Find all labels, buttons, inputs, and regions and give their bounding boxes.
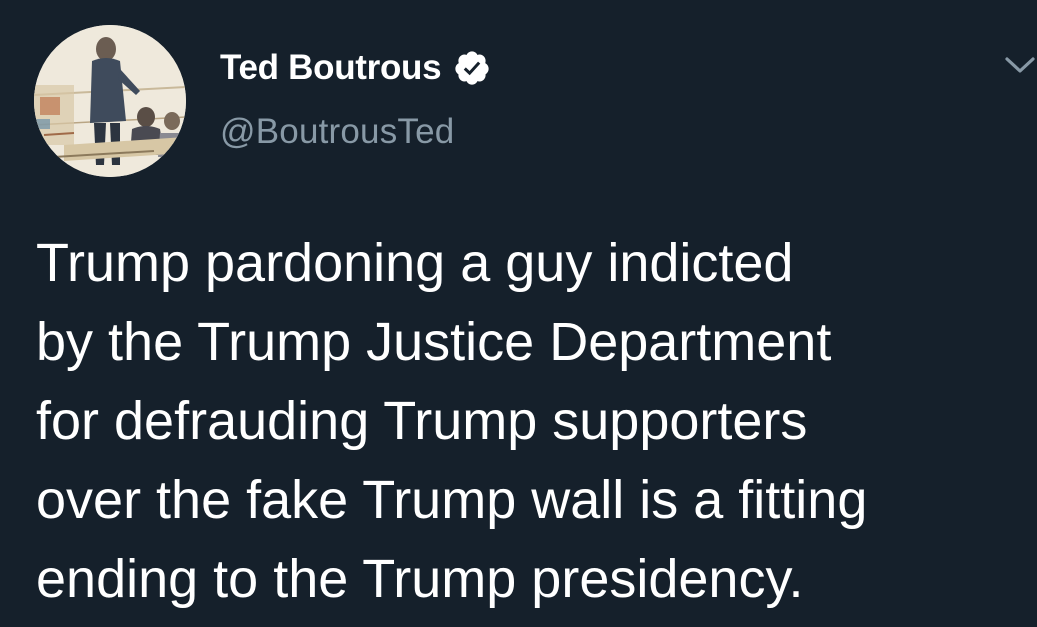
author-handle[interactable]: @BoutrousTed xyxy=(220,112,491,152)
courtroom-sketch-avatar xyxy=(34,25,186,177)
name-row: Ted Boutrous xyxy=(220,44,491,92)
tweet-text: Trump pardoning a guy indicted by the Tr… xyxy=(36,233,868,609)
display-name[interactable]: Ted Boutrous xyxy=(220,48,442,88)
verified-badge-icon xyxy=(453,49,491,87)
chevron-down-icon[interactable] xyxy=(1003,50,1037,80)
tweet-card: Ted Boutrous @BoutrousTed Trump pardonin… xyxy=(0,0,1037,627)
author-avatar[interactable] xyxy=(34,25,186,177)
author-info[interactable]: Ted Boutrous @BoutrousTed xyxy=(220,44,491,152)
